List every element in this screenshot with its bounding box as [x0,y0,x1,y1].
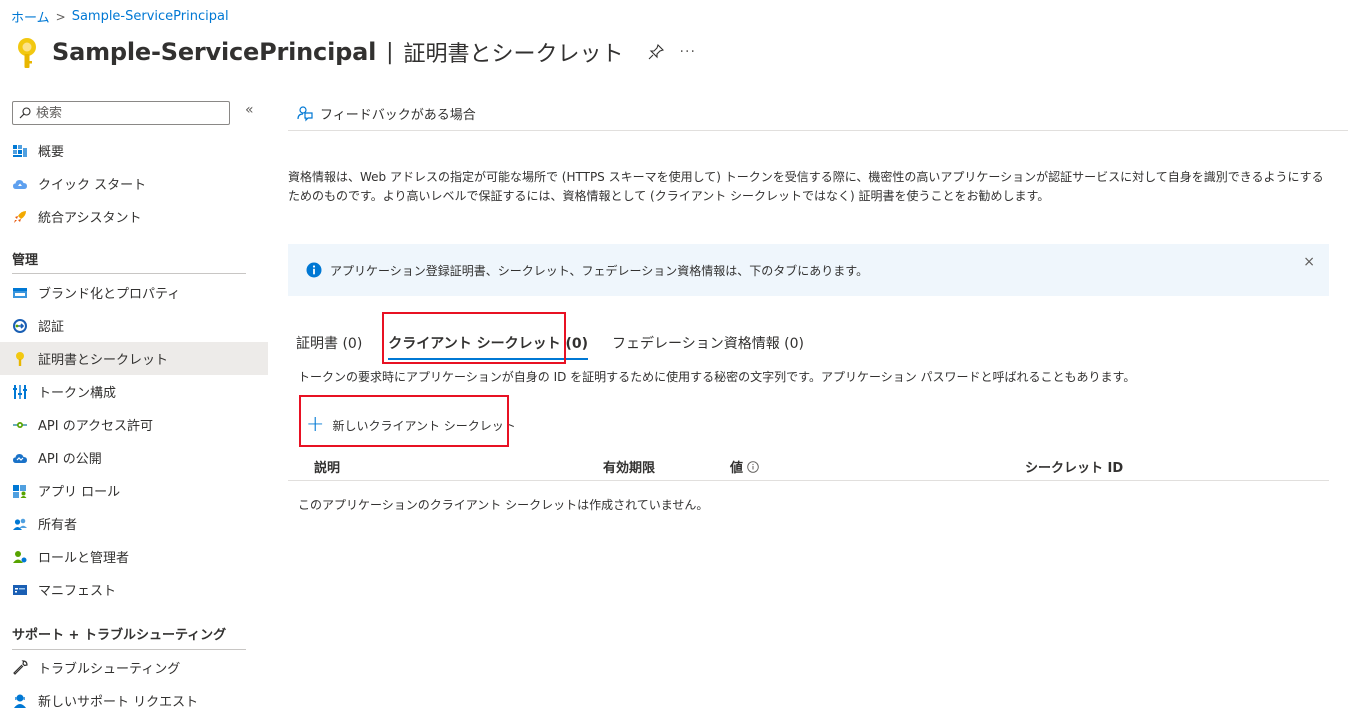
tab-client-secrets[interactable]: クライアント シークレット (0) [380,324,596,362]
page-header: Sample-ServicePrincipal | 証明書とシークレット ··· [14,34,696,70]
column-expires: 有効期限 [603,461,656,476]
info-banner-text: アプリケーション登録証明書、シークレット、フェデレーション資格情報は、下のタブに… [330,263,869,278]
secrets-table-header: 説明 有効期限 値 シークレット ID [288,451,1329,481]
support-person-icon [12,693,28,709]
breadcrumb-app-link[interactable]: Sample-ServicePrincipal [72,9,229,24]
column-value-label: 値 [730,461,744,476]
client-secret-description: トークンの要求時にアプリケーションが自身の ID を証明するために使用する秘密の… [298,370,1136,384]
sidebar-item-label: アプリ ロール [38,485,121,500]
key-icon [18,38,36,68]
sidebar-item-token-configuration[interactable]: トークン構成 [0,375,268,408]
search-input[interactable] [36,105,216,121]
section-manage-heading: 管理 [12,253,39,268]
owners-icon [12,516,28,532]
column-value: 値 [730,457,759,476]
pin-icon[interactable] [648,44,664,60]
column-description: 説明 [314,461,341,476]
sidebar-item-label: 新しいサポート リクエスト [38,695,199,710]
sidebar-item-expose-api[interactable]: API の公開 [0,441,268,474]
page-title: Sample-ServicePrincipal [52,38,377,66]
sidebar-item-quickstart[interactable]: クイック スタート [0,167,268,200]
section-divider [12,273,246,274]
roles-admins-icon [12,549,28,565]
page-subtitle: 証明書とシークレット [403,42,624,67]
tab-federated-credentials[interactable]: フェデレーション資格情報 (0) [604,324,812,362]
new-client-secret-button[interactable]: + 新しいクライアント シークレット [306,412,516,437]
cloud-quickstart-icon [12,176,28,192]
sidebar-item-label: 所有者 [38,518,78,533]
feedback-button[interactable]: フィードバックがある場合 [288,104,476,123]
feedback-icon [297,106,313,122]
info-banner: アプリケーション登録証明書、シークレット、フェデレーション資格情報は、下のタブに… [288,244,1329,296]
section-divider [12,649,246,650]
sidebar-item-label: ブランド化とプロパティ [38,287,181,302]
sidebar-item-certificates-secrets[interactable]: 証明書とシークレット [0,342,268,375]
collapse-sidebar-button[interactable]: « [245,102,254,118]
auth-icon [12,318,28,334]
api-cloud-icon [12,450,28,466]
sidebar: « 概要 クイック スタート 統合アシスタント 管理 ブランド化とプロパティ 認… [0,96,268,720]
sidebar-item-label: API のアクセス許可 [38,419,154,434]
sidebar-item-label: 証明書とシークレット [38,353,169,368]
breadcrumb-home-link[interactable]: ホーム [11,7,50,26]
sidebar-item-app-roles[interactable]: アプリ ロール [0,474,268,507]
wrench-icon [12,659,28,676]
sidebar-item-manifest[interactable]: マニフェスト [0,573,268,606]
command-bar: フィードバックがある場合 [288,96,1348,131]
sidebar-item-owners[interactable]: 所有者 [0,507,268,540]
feedback-label: フィードバックがある場合 [320,107,476,123]
credential-tabs: 証明書 (0) クライアント シークレット (0) フェデレーション資格情報 (… [288,321,812,365]
search-icon [19,107,31,119]
tab-certificates[interactable]: 証明書 (0) [288,324,370,362]
sidebar-item-overview[interactable]: 概要 [0,134,268,167]
rocket-icon [12,209,28,225]
column-secret-id: シークレット ID [1025,461,1124,476]
sidebar-item-label: ロールと管理者 [38,551,130,566]
api-permission-icon [12,417,28,433]
overview-icon [12,143,28,159]
sidebar-item-label: トラブルシューティング [38,662,181,677]
empty-secrets-message: このアプリケーションのクライアント シークレットは作成されていません。 [298,498,709,512]
sidebar-item-troubleshooting[interactable]: トラブルシューティング [0,651,268,684]
sidebar-item-new-support-request[interactable]: 新しいサポート リクエスト [0,684,268,717]
title-separator: | [386,39,394,65]
manifest-icon [12,582,28,598]
breadcrumb: ホーム > Sample-ServicePrincipal [11,7,229,26]
sidebar-item-api-permissions[interactable]: API のアクセス許可 [0,408,268,441]
info-icon [306,262,322,278]
more-options-icon[interactable]: ··· [680,44,696,60]
key-icon [12,351,28,367]
sidebar-item-label: クイック スタート [38,178,147,193]
breadcrumb-separator: > [55,9,66,24]
branding-icon [12,285,28,301]
credentials-description: 資格情報は、Web アドレスの指定が可能な場所で (HTTPS スキーマを使用し… [288,170,1324,203]
info-circle-icon[interactable] [747,460,759,473]
sidebar-item-integration-assistant[interactable]: 統合アシスタント [0,200,268,233]
sidebar-item-label: トークン構成 [38,386,117,401]
sidebar-item-authentication[interactable]: 認証 [0,309,268,342]
close-icon[interactable]: × [1303,254,1315,270]
section-support-heading: サポート + トラブルシューティング [12,628,227,643]
app-roles-icon [12,483,28,499]
new-client-secret-label: 新しいクライアント シークレット [332,418,516,433]
sidebar-item-label: 統合アシスタント [38,211,142,226]
sidebar-item-label: 認証 [38,320,65,335]
sidebar-item-label: マニフェスト [38,584,117,599]
sidebar-item-label: API の公開 [38,452,102,467]
token-icon [12,384,28,400]
sidebar-item-roles-admins[interactable]: ロールと管理者 [0,540,268,573]
sidebar-item-label: 概要 [38,145,65,160]
search-box[interactable] [12,101,230,125]
plus-icon: + [306,412,325,437]
sidebar-item-branding[interactable]: ブランド化とプロパティ [0,276,268,309]
